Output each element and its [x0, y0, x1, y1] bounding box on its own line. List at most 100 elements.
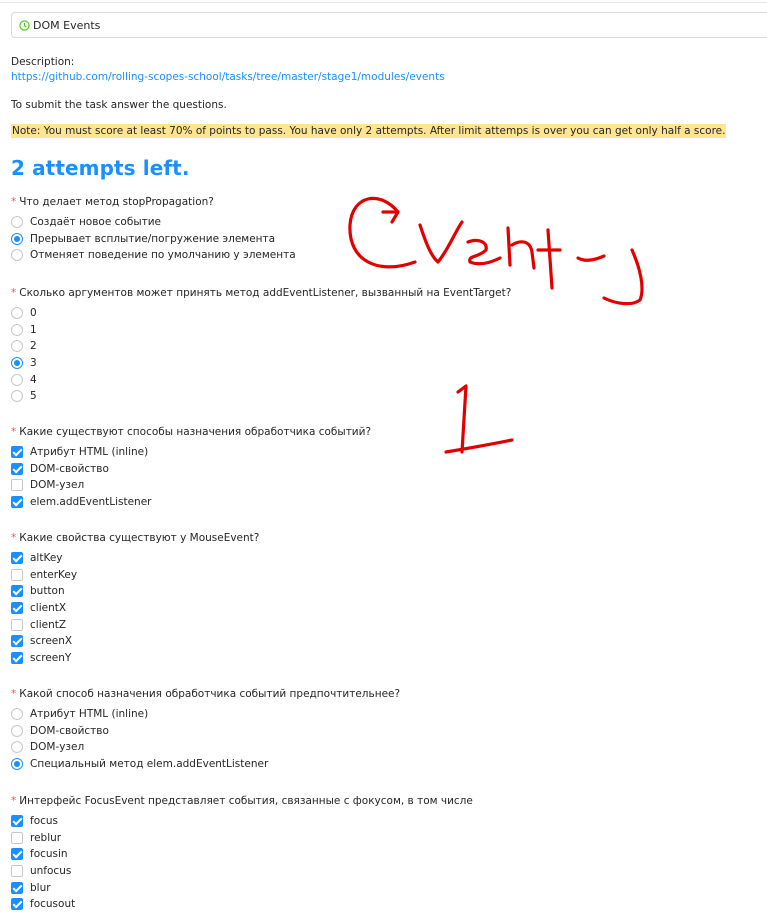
checkbox[interactable] — [11, 881, 23, 894]
option-label: screenX — [30, 635, 73, 648]
radio-option[interactable]: 1 — [11, 322, 511, 339]
option-label: screenY — [30, 651, 72, 664]
radio-button[interactable] — [11, 216, 23, 229]
question-title: * Что делает метод stopPropagation? — [11, 196, 296, 208]
option-label: clientX — [30, 602, 67, 615]
option-label: 5 — [30, 390, 37, 403]
checkbox-option[interactable]: blur — [11, 879, 473, 896]
checkbox-option[interactable]: clientX — [11, 600, 259, 617]
radio-option[interactable]: 5 — [11, 388, 511, 405]
checkbox[interactable] — [11, 848, 23, 861]
option-label: 1 — [30, 323, 37, 336]
checkbox-option[interactable]: elem.addEventListener — [11, 494, 371, 511]
option-label: Создаёт новое событие — [30, 216, 162, 229]
radio-button[interactable] — [11, 373, 23, 386]
checkbox[interactable] — [11, 479, 23, 492]
option-label: DOM-свойство — [30, 462, 109, 475]
question-text: Какой способ назначения обработчика собы… — [19, 688, 401, 700]
option-label: DOM-узел — [30, 479, 85, 492]
checkbox[interactable] — [11, 815, 23, 828]
option-group: focus reblur focusin unfocus blur focusout — [11, 813, 473, 913]
checkbox[interactable] — [11, 651, 23, 664]
option-group: altKey enterKey button clientX clientZ screen… — [11, 550, 259, 666]
checkbox[interactable] — [11, 618, 23, 631]
checkbox[interactable] — [11, 831, 23, 844]
question-block: * Какие существуют способы назначения обр… — [11, 426, 371, 510]
option-label: Специальный метод elem.addEventListener — [30, 758, 269, 771]
checkbox[interactable] — [11, 635, 23, 648]
question-title: * Интерфейс FocusEvent представляет событ… — [11, 795, 473, 807]
checkbox-option[interactable]: screenY — [11, 650, 259, 667]
radio-option[interactable]: Прерывает всплытие/погружение элемента — [11, 231, 296, 248]
checkbox[interactable] — [11, 552, 23, 565]
clock-icon — [19, 19, 30, 31]
radio-button[interactable] — [11, 708, 23, 721]
checkbox[interactable] — [11, 568, 23, 581]
checkbox-option[interactable]: screenX — [11, 633, 259, 650]
radio-option[interactable]: Специальный метод elem.addEventListener — [11, 756, 400, 773]
checkbox-option[interactable]: focusin — [11, 846, 473, 863]
checkbox[interactable] — [11, 602, 23, 615]
description-label: Description: — [11, 56, 75, 68]
radio-button[interactable] — [11, 390, 23, 403]
checkbox-option[interactable]: enterKey — [11, 567, 259, 584]
radio-option[interactable]: Атрибут HTML (inline) — [11, 706, 400, 723]
option-label: DOM-свойство — [30, 724, 109, 737]
checkbox[interactable] — [11, 585, 23, 598]
description-link[interactable]: https://github.com/rolling-scopes-school… — [11, 71, 445, 83]
note-banner: Note: You must score at least 70% of poi… — [11, 124, 727, 138]
question-title: * Какие существуют способы назначения обр… — [11, 426, 371, 438]
checkbox-option[interactable]: DOM-узел — [11, 477, 371, 494]
checkbox-option[interactable]: button — [11, 583, 259, 600]
radio-option[interactable]: 4 — [11, 371, 511, 388]
checkbox[interactable] — [11, 898, 23, 911]
option-label: focus — [30, 815, 59, 828]
option-label: Атрибут HTML (inline) — [30, 708, 149, 721]
radio-button[interactable] — [11, 741, 23, 754]
checkbox-option[interactable]: DOM-свойство — [11, 461, 371, 478]
radio-option[interactable]: 3 — [11, 355, 511, 372]
radio-button[interactable] — [11, 232, 23, 245]
checkbox-option[interactable]: focus — [11, 813, 473, 830]
checkbox-option[interactable]: reblur — [11, 830, 473, 847]
checkbox-option[interactable]: altKey — [11, 550, 259, 567]
required-mark: * — [11, 532, 17, 544]
checkbox-option[interactable]: focusout — [11, 896, 473, 913]
option-label: reblur — [30, 831, 62, 844]
radio-button[interactable] — [11, 323, 23, 336]
option-label: 2 — [30, 340, 37, 353]
radio-button[interactable] — [11, 307, 23, 320]
option-label: Прерывает всплытие/погружение элемента — [30, 232, 276, 245]
attempts-left-heading: 2 attempts left. — [11, 156, 190, 180]
task-select[interactable]: DOM Events — [11, 12, 767, 38]
radio-button[interactable] — [11, 357, 23, 370]
option-label: 0 — [30, 307, 37, 320]
option-label: unfocus — [30, 865, 72, 878]
question-block: * Интерфейс FocusEvent представляет событ… — [11, 795, 473, 913]
option-label: focusin — [30, 848, 68, 861]
radio-button[interactable] — [11, 724, 23, 737]
checkbox-option[interactable]: Атрибут HTML (inline) — [11, 444, 371, 461]
checkbox[interactable] — [11, 462, 23, 475]
top-divider — [0, 2, 767, 3]
task-select-value: DOM Events — [33, 18, 101, 32]
checkbox[interactable] — [11, 496, 23, 509]
radio-option[interactable]: Создаёт новое событие — [11, 214, 296, 231]
radio-button[interactable] — [11, 340, 23, 353]
question-title: * Какие свойства существуют у MouseEvent? — [11, 532, 259, 544]
radio-option[interactable]: 0 — [11, 305, 511, 322]
radio-option[interactable]: 2 — [11, 338, 511, 355]
question-text: Какие свойства существуют у MouseEvent? — [19, 532, 260, 544]
checkbox[interactable] — [11, 865, 23, 878]
radio-option[interactable]: DOM-свойство — [11, 723, 400, 740]
radio-button[interactable] — [11, 758, 23, 771]
checkbox-option[interactable]: clientZ — [11, 616, 259, 633]
radio-option[interactable]: DOM-узел — [11, 739, 400, 756]
radio-button[interactable] — [11, 249, 23, 262]
question-text: Интерфейс FocusEvent представляет событи… — [19, 795, 473, 807]
question-title: * Какой способ назначения обработчика соб… — [11, 688, 400, 700]
question-text: Какие существуют способы назначения обра… — [19, 426, 372, 438]
checkbox-option[interactable]: unfocus — [11, 863, 473, 880]
checkbox[interactable] — [11, 446, 23, 459]
radio-option[interactable]: Отменяет поведение по умолчанию у элемен… — [11, 247, 296, 264]
